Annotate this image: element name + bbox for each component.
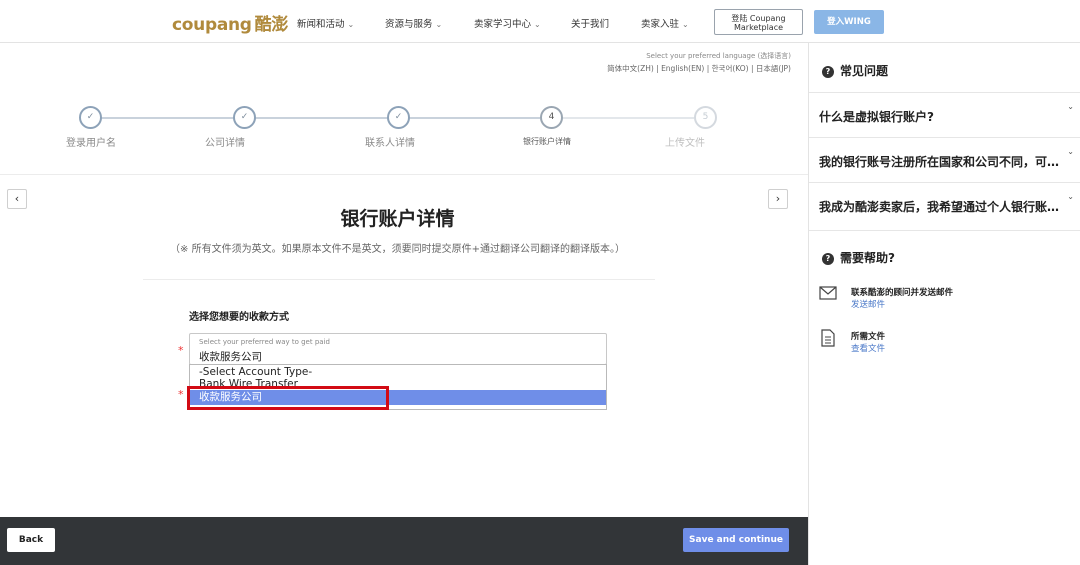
mail-icon bbox=[819, 286, 837, 300]
login-wing-button[interactable]: 登入WING bbox=[814, 10, 884, 34]
step-5-label: 上传文件 bbox=[665, 138, 705, 149]
divider bbox=[0, 174, 808, 175]
faq-heading: ? 常见问题 bbox=[822, 62, 888, 79]
faq-item[interactable]: 我的银行账号注册所在国家和公司不同，可以吗？ ⌄ bbox=[809, 137, 1080, 182]
help-sidebar: ? 常见问题 什么是虚拟银行账户? ⌄ 我的银行账号注册所在国家和公司不同，可以吗… bbox=[808, 43, 1080, 565]
document-note: （※ 所有文件须为英文。如果原本文件不是英文，须要同时提交原件+通过翻译公司翻译… bbox=[170, 244, 625, 255]
login-marketplace-button[interactable]: 登陆 Coupang Marketplace bbox=[714, 9, 803, 35]
step-1-label: 登录用户名 bbox=[66, 138, 116, 149]
step-2-check-icon: ✓ bbox=[233, 106, 256, 129]
bottom-action-bar: Back Save and continue bbox=[0, 517, 808, 565]
payment-method-select[interactable]: Select your preferred way to get paid 收款… bbox=[189, 333, 607, 365]
nav-seller-learning[interactable]: 卖家学习中心 ⌄ bbox=[474, 16, 541, 30]
select-hint: Select your preferred way to get paid bbox=[199, 338, 330, 346]
divider bbox=[143, 279, 655, 280]
payment-method-label: 选择您想要的收款方式 bbox=[189, 312, 289, 323]
nav-about-us[interactable]: 关于我们 bbox=[571, 16, 609, 30]
help-heading: ? 需要帮助? bbox=[822, 249, 895, 266]
divider bbox=[809, 230, 1080, 231]
language-links[interactable]: 简体中文(ZH) | English(EN) | 한국어(KO) | 日本語(J… bbox=[607, 63, 791, 74]
chevron-down-icon: ⌄ bbox=[347, 20, 355, 29]
step-3-check-icon: ✓ bbox=[387, 106, 410, 129]
question-icon: ? bbox=[822, 66, 834, 78]
stepper-line bbox=[255, 117, 388, 119]
chevron-down-icon: ⌄ bbox=[534, 20, 541, 29]
step-3-label: 联系人详情 bbox=[365, 138, 415, 149]
question-icon: ? bbox=[822, 253, 834, 265]
required-mark: * bbox=[178, 388, 184, 401]
faq-item[interactable]: 什么是虚拟银行账户? ⌄ bbox=[809, 92, 1080, 137]
nav-seller-onboarding[interactable]: 卖家入驻 ⌄ bbox=[641, 16, 689, 30]
step-4-number: 4 bbox=[540, 106, 563, 129]
chevron-down-icon: ⌄ bbox=[1067, 147, 1074, 156]
stepper-line bbox=[101, 117, 234, 119]
step-1-check-icon: ✓ bbox=[79, 106, 102, 129]
top-header: coupang 酷澎 新闻和活动 ⌄ 资源与服务 ⌄ 卖家学习中心 ⌄ 关于我们 卖家入… bbox=[0, 0, 1080, 43]
stepper-line bbox=[409, 117, 540, 119]
page-title: 银行账户详情 bbox=[340, 208, 455, 230]
stepper-line bbox=[562, 117, 694, 119]
back-button[interactable]: Back bbox=[7, 528, 55, 552]
select-value: 收款服务公司 bbox=[199, 351, 262, 363]
nav-resources-services[interactable]: 资源与服务 ⌄ bbox=[385, 16, 442, 30]
registration-main: Select your preferred language (选择语言) 简体… bbox=[0, 43, 808, 517]
language-hint: Select your preferred language (选择语言) bbox=[646, 52, 791, 60]
required-mark: * bbox=[178, 344, 184, 357]
chevron-down-icon: ⌄ bbox=[1067, 192, 1074, 201]
highlight-annotation bbox=[187, 386, 389, 410]
view-documents-link[interactable]: 查看文件 bbox=[851, 342, 885, 354]
step-5-number: 5 bbox=[694, 106, 717, 129]
faq-item[interactable]: 我成为酷澎卖家后，我希望通过个人银行账户收款，可以吗？ ⌄ bbox=[809, 182, 1080, 227]
send-email-link[interactable]: 发送邮件 bbox=[851, 298, 885, 310]
chevron-down-icon: ⌄ bbox=[435, 20, 443, 29]
step-2-label: 公司详情 bbox=[205, 138, 245, 149]
chevron-down-icon: ⌄ bbox=[682, 20, 689, 29]
option-select-account-type[interactable]: -Select Account Type- bbox=[190, 366, 606, 378]
help-docs-title: 所需文件 bbox=[851, 332, 886, 342]
coupang-logo[interactable]: coupang 酷澎 bbox=[172, 10, 288, 35]
step-4-label: 银行账户详情 bbox=[523, 137, 571, 146]
save-continue-button[interactable]: Save and continue bbox=[683, 528, 789, 552]
chevron-down-icon: ⌄ bbox=[1067, 102, 1074, 111]
help-email-title: 联系酷澎的顾问并发送邮件 bbox=[851, 288, 954, 298]
document-icon bbox=[821, 329, 835, 347]
nav-news-events[interactable]: 新闻和活动 ⌄ bbox=[297, 16, 354, 30]
